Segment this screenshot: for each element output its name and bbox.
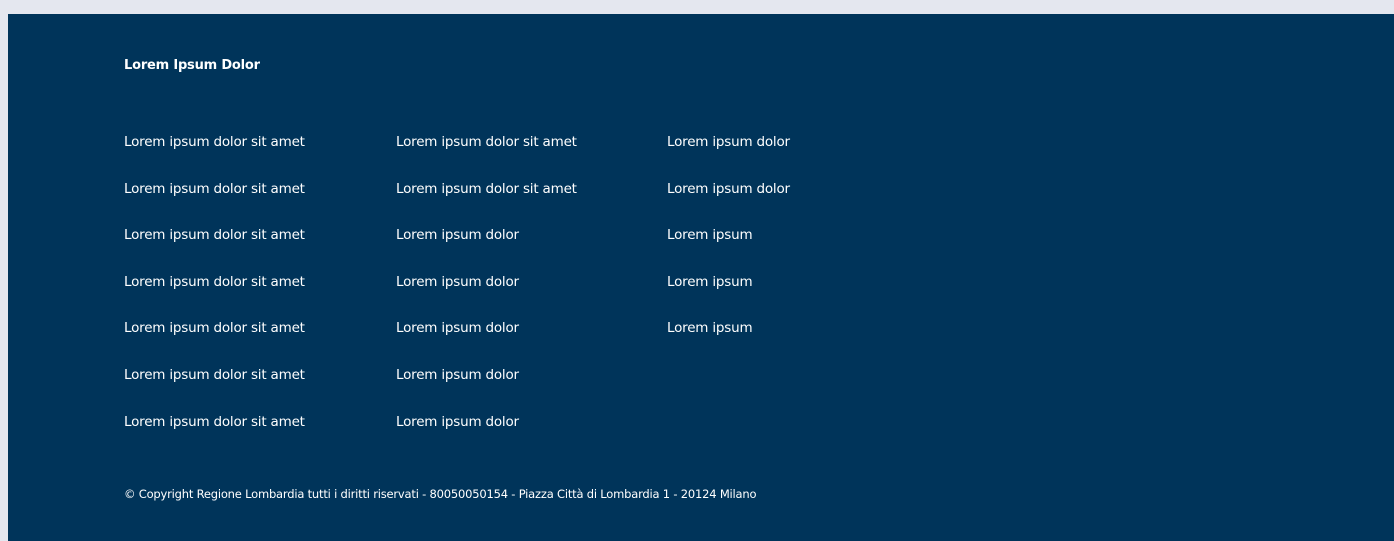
footer-link-column-2: Lorem ipsum dolor sit amet Lorem ipsum d… (396, 133, 577, 459)
footer-link[interactable]: Lorem ipsum dolor sit amet (124, 226, 305, 273)
footer-link-column-3: Lorem ipsum dolor Lorem ipsum dolor Lore… (667, 133, 790, 366)
footer-link[interactable]: Lorem ipsum dolor sit amet (124, 180, 305, 227)
footer-title: Lorem Ipsum Dolor (124, 58, 260, 73)
footer-link[interactable]: Lorem ipsum dolor sit amet (396, 180, 577, 227)
footer-link[interactable]: Lorem ipsum dolor (396, 226, 577, 273)
footer-link[interactable]: Lorem ipsum dolor (396, 413, 577, 460)
footer-link[interactable]: Lorem ipsum dolor sit amet (124, 366, 305, 413)
footer-link[interactable]: Lorem ipsum dolor (667, 133, 790, 180)
footer-link[interactable]: Lorem ipsum dolor (667, 180, 790, 227)
footer-link[interactable]: Lorem ipsum dolor sit amet (124, 319, 305, 366)
site-footer: Lorem Ipsum Dolor Lorem ipsum dolor sit … (8, 14, 1394, 541)
footer-link[interactable]: Lorem ipsum dolor sit amet (396, 133, 577, 180)
footer-link[interactable]: Lorem ipsum dolor (396, 273, 577, 320)
footer-link[interactable]: Lorem ipsum dolor (396, 366, 577, 413)
footer-link[interactable]: Lorem ipsum (667, 226, 790, 273)
footer-link[interactable]: Lorem ipsum dolor sit amet (124, 273, 305, 320)
footer-link-column-1: Lorem ipsum dolor sit amet Lorem ipsum d… (124, 133, 305, 459)
footer-link[interactable]: Lorem ipsum dolor sit amet (124, 133, 305, 180)
footer-link[interactable]: Lorem ipsum (667, 319, 790, 366)
copyright-text: © Copyright Regione Lombardia tutti i di… (124, 487, 757, 501)
footer-link[interactable]: Lorem ipsum (667, 273, 790, 320)
footer-link[interactable]: Lorem ipsum dolor sit amet (124, 413, 305, 460)
footer-link[interactable]: Lorem ipsum dolor (396, 319, 577, 366)
